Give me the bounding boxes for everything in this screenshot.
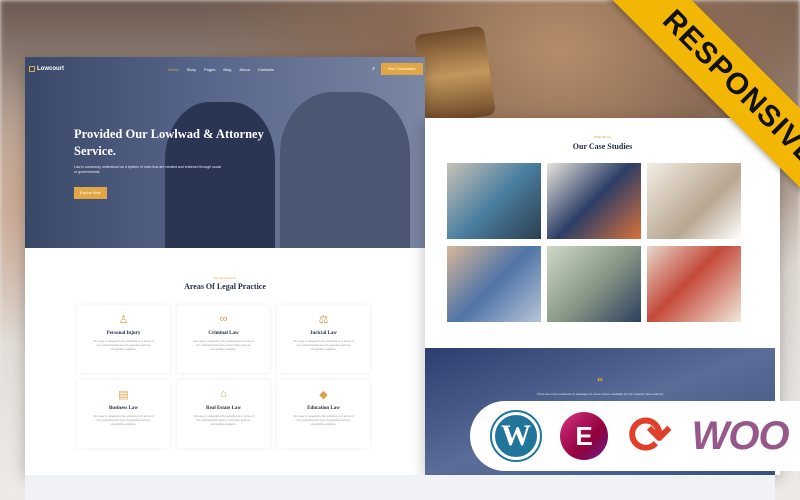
practice-header: We Are Expert In Areas Of Legal Practice bbox=[25, 276, 425, 291]
practice-card[interactable]: ◆ Education Law One way to categorize the … bbox=[277, 380, 370, 448]
woocommerce-logo: WOO bbox=[691, 413, 790, 458]
case-studies-subtitle: What We Do bbox=[594, 135, 611, 139]
case-image[interactable] bbox=[547, 163, 641, 239]
case-image[interactable] bbox=[447, 163, 541, 239]
practice-card[interactable]: ♙ Personal Injury One way to categorize th… bbox=[77, 305, 170, 373]
free-consultation-button[interactable]: Free Consultation bbox=[381, 63, 423, 75]
navbar: Lowcourt Home Story Pages Blog About Con… bbox=[25, 62, 425, 76]
graduation-cap-icon: ◆ bbox=[319, 389, 328, 401]
nav-home[interactable]: Home bbox=[168, 67, 179, 72]
practice-card[interactable]: ⚖ Juricial Law One way to categorize the a… bbox=[277, 305, 370, 373]
nav-story[interactable]: Story bbox=[187, 67, 196, 72]
card-title: Education Law bbox=[307, 406, 340, 411]
practice-subtitle: We Are Expert In bbox=[213, 276, 237, 280]
card-text: One way to categorize the activities is … bbox=[293, 339, 354, 351]
nav-menu: Home Story Pages Blog About Contacts bbox=[168, 67, 274, 72]
case-image[interactable] bbox=[547, 246, 641, 322]
practice-card[interactable]: ∞ Criminal Law One way to categorize the a… bbox=[177, 305, 270, 373]
card-text: One way to categorize the activities is … bbox=[293, 414, 354, 426]
card-title: Real Estate Law bbox=[206, 406, 241, 411]
gavel-image bbox=[414, 25, 496, 125]
scales-icon: ⚖ bbox=[318, 314, 329, 326]
case-image[interactable] bbox=[647, 163, 741, 239]
homepage-preview: Lowcourt Home Story Pages Blog About Con… bbox=[25, 57, 425, 475]
footer-strip bbox=[25, 475, 775, 500]
wordpress-icon: W bbox=[490, 410, 542, 462]
testimonial-text: There are many variations of passages of… bbox=[536, 392, 664, 396]
elementor-icon: E bbox=[560, 412, 608, 460]
nav-about[interactable]: About bbox=[239, 67, 249, 72]
handcuffs-icon: ∞ bbox=[219, 313, 228, 325]
card-title: Criminal Law bbox=[208, 331, 239, 336]
card-title: Personal Injury bbox=[106, 331, 141, 336]
case-image[interactable] bbox=[647, 246, 741, 322]
house-icon: ⌂ bbox=[220, 388, 227, 400]
card-text: One way to categorize the activities is … bbox=[93, 339, 154, 351]
logo-icon bbox=[29, 66, 35, 72]
lawyer-icon: ♙ bbox=[118, 314, 129, 326]
nav-blog[interactable]: Blog bbox=[223, 67, 231, 72]
case-studies-title: Our Case Studies bbox=[572, 142, 633, 151]
hero-image-man bbox=[280, 92, 410, 248]
compatibility-badges: W E ⟳ WOO bbox=[470, 401, 800, 471]
hero-section: Lowcourt Home Story Pages Blog About Con… bbox=[25, 57, 425, 248]
hero-body: Law is commonly understood as a system o… bbox=[74, 165, 222, 174]
card-text: One way to categorize the activities is … bbox=[193, 414, 254, 426]
card-text: One way to categorize the activities is … bbox=[93, 414, 154, 426]
explore-more-button[interactable]: Explore More bbox=[74, 187, 107, 199]
logo[interactable]: Lowcourt bbox=[29, 66, 64, 72]
case-studies-grid bbox=[447, 163, 741, 322]
practice-title: Areas Of Legal Practice bbox=[184, 282, 266, 291]
document-icon: ▤ bbox=[118, 389, 129, 401]
case-image[interactable] bbox=[447, 246, 541, 322]
logo-text: Lowcourt bbox=[37, 66, 64, 72]
quote-icon: “ bbox=[597, 374, 603, 388]
hero-image-woman bbox=[165, 102, 275, 248]
card-text: One way to categorize the activities is … bbox=[193, 339, 254, 351]
nav-pages[interactable]: Pages bbox=[204, 67, 215, 72]
hero-title: Provided Our Lowlwad & Attorney Service. bbox=[74, 127, 264, 158]
practice-card[interactable]: ⌂ Real Estate Law One way to categorize th… bbox=[177, 380, 270, 448]
sync-icon: ⟳ bbox=[628, 407, 672, 465]
practice-card[interactable]: ▤ Business Law One way to categorize the a… bbox=[77, 380, 170, 448]
nav-contacts[interactable]: Contacts bbox=[258, 67, 274, 72]
case-studies-header: What We Do Our Case Studies bbox=[425, 135, 780, 151]
card-title: Juricial Law bbox=[309, 331, 338, 336]
search-icon[interactable]: ⌕ bbox=[372, 66, 375, 73]
card-title: Business Law bbox=[108, 406, 139, 411]
practice-grid: ♙ Personal Injury One way to categorize th… bbox=[77, 305, 370, 448]
